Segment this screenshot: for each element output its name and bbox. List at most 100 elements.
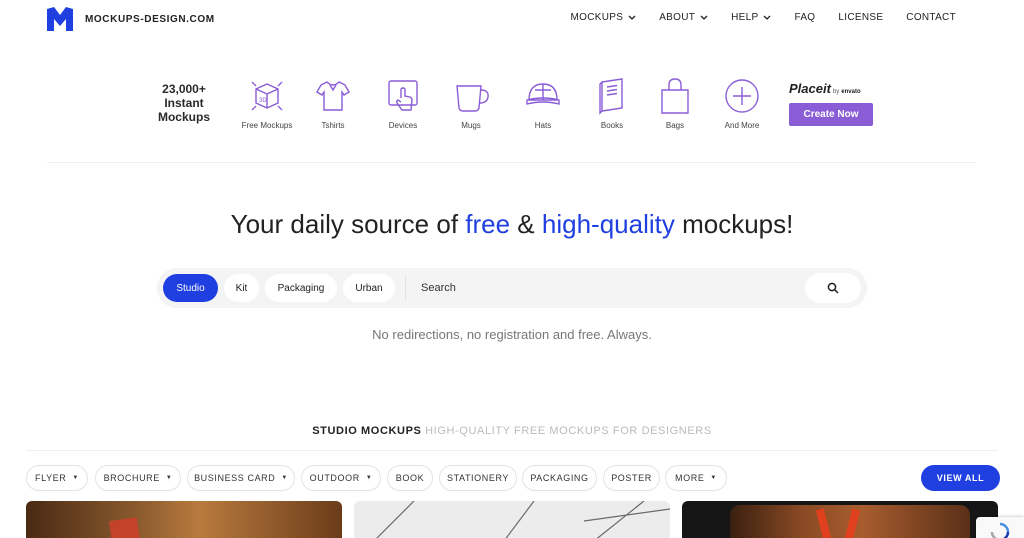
count-line2: Instant	[164, 96, 204, 110]
placeit-by: by	[832, 89, 840, 95]
filter-stationery[interactable]: STATIONERY	[439, 465, 517, 491]
section-divider	[26, 450, 998, 451]
nav-help[interactable]: HELP	[731, 12, 771, 23]
mockup-thumbnail[interactable]	[26, 501, 342, 538]
view-all-button[interactable]: VIEW ALL	[921, 465, 1000, 491]
nav-faq-label: FAQ	[794, 12, 816, 23]
chip-urban[interactable]: Urban	[343, 274, 395, 302]
category-label: Bags	[665, 121, 685, 130]
category-label: And More	[724, 121, 760, 130]
filter-flyer[interactable]: FLYER ▼	[26, 465, 88, 491]
nav-license-label: LICENSE	[838, 12, 884, 23]
search-tagline: No redirections, no registration and fre…	[372, 327, 652, 342]
chip-kit[interactable]: Kit	[224, 274, 259, 302]
site-logo[interactable]: MOCKUPS-DESIGN.COM	[47, 7, 215, 31]
category-label: Mugs	[461, 121, 481, 130]
hero-text-3: mockups!	[674, 209, 794, 239]
filter-label: BUSINESS CARD	[194, 473, 276, 483]
site-header: MOCKUPS-DESIGN.COM MOCKUPS ABOUT HELP FA…	[0, 0, 1024, 40]
section-title: STUDIO MOCKUPS HIGH-QUALITY FREE MOCKUPS…	[0, 425, 1024, 437]
thumbnail-tiles	[376, 501, 670, 538]
search-input[interactable]	[413, 276, 793, 300]
chip-studio[interactable]: Studio	[163, 274, 218, 302]
caret-down-icon: ▼	[72, 475, 79, 481]
filter-label: STATIONERY	[446, 473, 509, 483]
nav-license[interactable]: LICENSE	[838, 12, 883, 23]
caret-down-icon: ▼	[365, 475, 373, 481]
hero-highlight-quality: high-quality	[541, 209, 675, 239]
category-label: Tshirts	[321, 121, 345, 130]
shopping-bag-icon	[661, 78, 689, 114]
category-books[interactable]: Books	[577, 76, 647, 130]
filter-label: PACKAGING	[530, 473, 589, 483]
hero-heading: Your daily source of free & high-quality…	[0, 209, 1024, 240]
nav-contact-label: CONTACT	[906, 12, 956, 23]
cap-icon	[526, 83, 560, 105]
hero-highlight-free: free	[465, 209, 511, 239]
category-label: Hats	[534, 121, 552, 130]
category-tshirts[interactable]: Tshirts	[298, 76, 368, 130]
plus-circle-icon	[725, 79, 759, 113]
hero-text-2: &	[510, 209, 542, 239]
category-label: Free Mockups	[241, 121, 293, 130]
nav-about-label: ABOUT	[659, 12, 696, 23]
filter-label: BOOK	[395, 473, 425, 483]
placeit-banner: 23,000+ Instant Mockups 3D Free Mockups …	[0, 70, 1024, 140]
svg-text:3D: 3D	[259, 98, 267, 104]
nav-help-label: HELP	[731, 12, 759, 23]
filter-label: POSTER	[611, 473, 652, 483]
filter-label: BROCHURE	[103, 473, 160, 483]
tshirt-icon	[316, 81, 350, 111]
category-label: Books	[600, 121, 624, 130]
chip-packaging[interactable]: Packaging	[265, 274, 337, 302]
thumbnail-object	[109, 517, 141, 538]
placeit-logo[interactable]: Placeit by envato	[789, 81, 861, 96]
filter-poster[interactable]: POSTER	[603, 465, 660, 491]
tablet-touch-icon	[388, 80, 418, 111]
count-number: 23,000+	[162, 82, 206, 96]
nav-mockups[interactable]: MOCKUPS	[571, 12, 637, 23]
filter-label: MORE	[675, 473, 705, 483]
nav-about[interactable]: ABOUT	[659, 12, 708, 23]
section-title-light: HIGH-QUALITY FREE MOCKUPS FOR DESIGNERS	[425, 425, 712, 437]
search-button[interactable]	[805, 273, 861, 303]
chevron-down-icon	[628, 15, 636, 20]
envato-name: envato	[841, 89, 861, 95]
caret-down-icon: ▼	[710, 475, 717, 481]
filter-more[interactable]: MORE ▼	[665, 465, 727, 491]
category-devices[interactable]: Devices	[368, 76, 438, 130]
filter-packaging[interactable]: PACKAGING	[522, 465, 597, 491]
chevron-down-icon	[764, 15, 771, 20]
mockup-thumbnail[interactable]	[354, 501, 670, 538]
category-bags[interactable]: Bags	[640, 76, 710, 130]
mug-icon	[456, 85, 489, 112]
search-icon	[827, 282, 839, 294]
mockup-count: 23,000+ Instant Mockups	[150, 82, 218, 124]
caret-down-icon: ▼	[281, 475, 288, 481]
mockup-thumbnail[interactable]	[682, 501, 998, 538]
nav-faq[interactable]: FAQ	[794, 12, 815, 23]
main-nav: MOCKUPS ABOUT HELP FAQ LICENSE CONTACT	[548, 12, 956, 23]
hero-text-1: Your daily source of	[230, 209, 466, 239]
banner-divider	[47, 162, 975, 163]
filter-brochure[interactable]: BROCHURE ▼	[95, 465, 181, 491]
search-bar: Studio Kit Packaging Urban	[157, 268, 867, 308]
category-and-more[interactable]: And More	[707, 76, 777, 130]
placeit-name: Placeit	[789, 81, 831, 96]
category-mugs[interactable]: Mugs	[436, 76, 506, 130]
filter-outdoor[interactable]: OUTDOOR ▼	[301, 465, 381, 491]
recaptcha-badge[interactable]	[976, 517, 1024, 538]
chevron-down-icon	[700, 15, 708, 20]
category-free-mockups[interactable]: 3D Free Mockups	[232, 76, 302, 130]
count-line3: Mockups	[157, 110, 210, 124]
category-hats[interactable]: Hats	[508, 76, 578, 130]
recaptcha-icon	[990, 522, 1010, 538]
category-label: Devices	[388, 121, 418, 130]
filter-business-card[interactable]: BUSINESS CARD ▼	[187, 465, 295, 491]
nav-contact[interactable]: CONTACT	[906, 12, 956, 23]
book-icon	[599, 78, 623, 115]
filter-book[interactable]: BOOK	[387, 465, 433, 491]
create-now-button[interactable]: Create Now	[789, 103, 873, 126]
logo-m-icon	[47, 7, 73, 31]
box-3d-icon: 3D	[251, 81, 283, 111]
